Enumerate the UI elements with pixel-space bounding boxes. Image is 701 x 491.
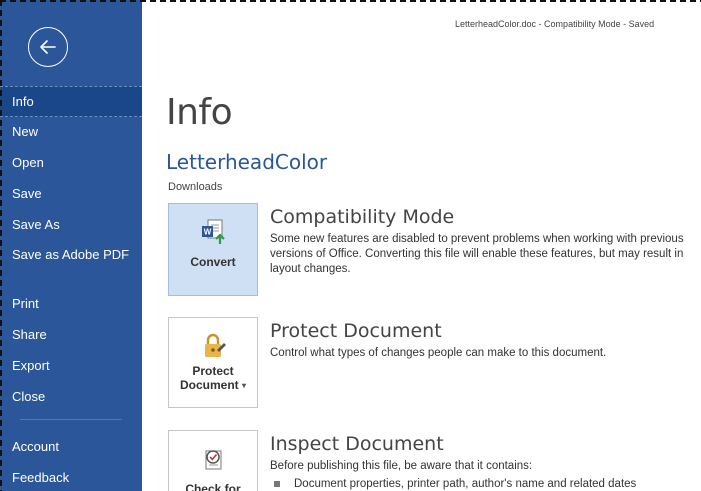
window-frame-top xyxy=(0,0,701,2)
protect-label-line1: Protect xyxy=(192,364,234,378)
inspect-document-text: Before publishing this file, be aware th… xyxy=(270,460,533,472)
protect-label-line2: Document xyxy=(179,378,239,392)
inspect-document-icon xyxy=(205,450,222,470)
nav-item-save-as[interactable]: Save As xyxy=(0,210,142,241)
chevron-down-icon: ▾ xyxy=(242,381,247,390)
protect-document-heading: Protect Document xyxy=(270,320,442,342)
nav-item-account[interactable]: Account xyxy=(0,432,142,463)
check-for-issues-button[interactable]: Check for xyxy=(168,430,258,491)
inspect-document-section: Inspect Document Before publishing this … xyxy=(270,433,695,490)
document-location[interactable]: Downloads xyxy=(168,181,222,193)
nav-item-close[interactable]: Close xyxy=(0,382,142,413)
back-arrow-icon xyxy=(40,40,56,54)
word-convert-icon: W xyxy=(202,219,225,244)
window-title: LetterheadColor.doc - Compatibility Mode… xyxy=(455,19,655,29)
compatibility-mode-heading: Compatibility Mode xyxy=(270,206,455,228)
nav-item-export[interactable]: Export xyxy=(0,351,142,382)
nav-item-open[interactable]: Open xyxy=(0,148,142,179)
backstage-sidebar: Info New Open Save Save As Save as Adobe… xyxy=(0,0,142,491)
protect-document-section: Protect Document Control what types of c… xyxy=(270,320,695,361)
nav-divider xyxy=(20,419,122,420)
protect-document-text: Control what types of changes people can… xyxy=(270,347,607,359)
protect-document-button[interactable]: Protect Document ▾ xyxy=(168,317,258,408)
document-name: LetterheadColor xyxy=(166,150,328,174)
window-frame-left xyxy=(0,0,2,491)
convert-button[interactable]: W Convert xyxy=(168,203,258,296)
compatibility-mode-text: Some new features are disabled to preven… xyxy=(270,233,684,275)
convert-button-label: Convert xyxy=(190,255,236,269)
list-item: Document properties, printer path, autho… xyxy=(274,478,695,490)
bullet-icon xyxy=(274,481,280,487)
nav-item-share[interactable]: Share xyxy=(0,320,142,351)
compatibility-mode-section: Compatibility Mode Some new features are… xyxy=(270,206,695,277)
nav-item-feedback[interactable]: Feedback xyxy=(0,463,142,491)
backstage-nav: Info New Open Save Save As Save as Adobe… xyxy=(0,86,142,491)
inspect-bullet-text: Document properties, printer path, autho… xyxy=(294,478,637,490)
svg-text:W: W xyxy=(204,228,212,237)
nav-item-save-as-adobe-pdf[interactable]: Save as Adobe PDF xyxy=(0,241,142,289)
protect-document-button-label: Protect Document ▾ xyxy=(180,364,246,393)
lock-icon xyxy=(205,333,226,357)
nav-item-new[interactable]: New xyxy=(0,117,142,148)
back-button[interactable] xyxy=(28,27,68,67)
nav-item-info[interactable]: Info xyxy=(0,86,142,117)
nav-item-print[interactable]: Print xyxy=(0,289,142,320)
check-for-issues-label: Check for xyxy=(185,482,241,491)
nav-item-save[interactable]: Save xyxy=(0,179,142,210)
inspect-document-heading: Inspect Document xyxy=(270,433,444,455)
page-title: Info xyxy=(166,92,233,133)
